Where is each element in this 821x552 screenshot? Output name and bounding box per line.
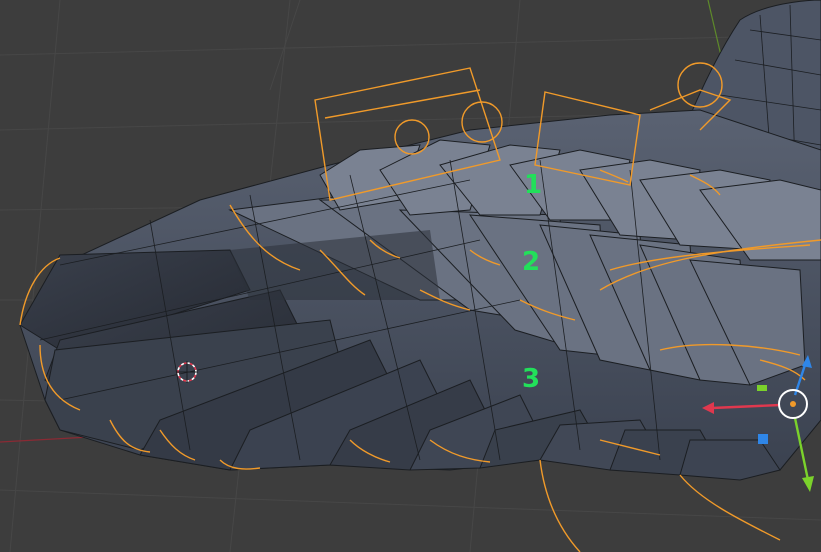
gizmo-center-dot xyxy=(790,401,796,407)
row-label-1: 1 xyxy=(524,170,542,200)
y-axis-line xyxy=(707,0,723,61)
gizmo-y-arrow[interactable] xyxy=(802,476,814,492)
row-label-3: 3 xyxy=(522,364,540,394)
viewport-canvas[interactable]: 1 2 3 xyxy=(0,0,821,552)
gizmo-plane-xy[interactable] xyxy=(757,385,767,391)
row-label-2: 2 xyxy=(522,247,540,277)
3d-viewport[interactable]: 1 2 3 xyxy=(0,0,821,552)
gizmo-plane-yz[interactable] xyxy=(758,434,768,444)
